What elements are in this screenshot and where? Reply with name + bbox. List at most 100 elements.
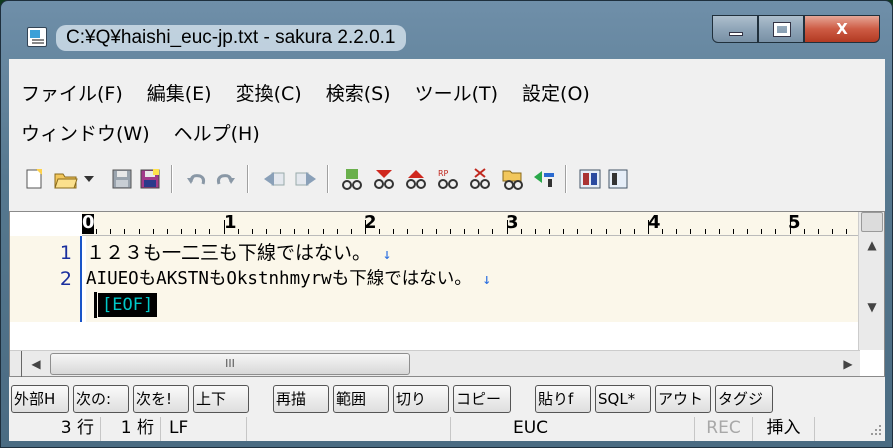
horizontal-scrollbar[interactable]: ◀ III ▶ xyxy=(10,350,860,377)
settings-icon[interactable] xyxy=(607,165,629,193)
menu-help[interactable]: ヘルプ(H) xyxy=(162,117,272,151)
ruler-tick xyxy=(464,229,465,234)
text-line: １２３も一二三も下線ではない。 ↓ xyxy=(86,240,392,267)
menu-tools[interactable]: ツール(T) xyxy=(403,77,510,111)
ruler-tick xyxy=(761,229,762,234)
text-line: AIUEOもAKSTNもOkstnhmyrwも下線ではない。 ↓ xyxy=(86,266,491,292)
ruler-tick xyxy=(521,229,522,234)
fkey-sql[interactable]: SQL* xyxy=(595,385,651,413)
fkey-next[interactable]: 次の: xyxy=(73,385,129,413)
ruler-tick xyxy=(153,229,154,234)
minimize-button[interactable] xyxy=(712,15,758,43)
scroll-up-arrow-icon[interactable]: ▲ xyxy=(859,234,885,256)
line-number-gutter[interactable]: 1 2 xyxy=(10,236,82,322)
fkey-copy[interactable]: コピー xyxy=(453,385,511,413)
status-column: 1 桁 xyxy=(101,417,161,441)
text-area[interactable]: １２３も一二三も下線ではない。 ↓ AIUEOもAKSTNもOkstnhmyrw… xyxy=(86,236,858,322)
scroll-right-arrow-icon[interactable]: ▶ xyxy=(836,351,860,377)
ruler-tick xyxy=(365,220,366,234)
ruler-tick xyxy=(139,229,140,234)
ruler-tick xyxy=(337,229,338,234)
save-all-icon[interactable] xyxy=(137,165,163,193)
search-icon[interactable] xyxy=(339,165,365,193)
save-icon[interactable] xyxy=(109,165,135,193)
ruler-tick xyxy=(181,229,182,234)
line-feed-mark: ↓ xyxy=(382,245,392,263)
find-next-icon[interactable] xyxy=(371,165,397,193)
ruler-tick xyxy=(266,229,267,234)
undo-icon[interactable] xyxy=(183,165,209,193)
split-box[interactable] xyxy=(10,351,22,377)
ruler-tick xyxy=(195,229,196,234)
ruler-tick xyxy=(846,229,847,234)
vertical-scrollbar[interactable]: ▲ ▼ xyxy=(858,212,884,350)
ruler-tick xyxy=(719,229,720,234)
column-ruler[interactable]: 0 1 2 3 4 5 xyxy=(82,212,858,236)
app-icon[interactable] xyxy=(27,27,47,47)
grep-icon[interactable] xyxy=(499,165,525,193)
ruler-label: 4 xyxy=(648,212,661,233)
find-prev-icon[interactable] xyxy=(403,165,429,193)
title-bar[interactable]: C:¥Q¥haishi_euc-jp.txt - sakura 2.2.0.1 … xyxy=(1,1,893,59)
fkey-range[interactable]: 範囲 xyxy=(333,385,389,413)
menu-window[interactable]: ウィンドウ(W) xyxy=(9,117,162,151)
jump-forward-icon[interactable] xyxy=(293,165,319,193)
compare-icon[interactable] xyxy=(577,165,603,193)
ruler-tick xyxy=(224,220,225,234)
menu-convert[interactable]: 変換(C) xyxy=(224,77,314,111)
fkey-paste[interactable]: 貼りf xyxy=(535,385,591,413)
toolbar-separator xyxy=(171,165,173,193)
new-file-icon[interactable] xyxy=(21,165,47,193)
scroll-down-arrow-icon[interactable]: ▼ xyxy=(859,296,885,318)
minimize-icon xyxy=(729,32,743,36)
ruler-tick xyxy=(676,229,677,234)
fkey-redraw[interactable]: 再描 xyxy=(273,385,329,413)
ruler-tick xyxy=(209,229,210,234)
line-number: 2 xyxy=(59,268,72,290)
ruler-tick xyxy=(478,229,479,234)
ruler-tick xyxy=(662,229,663,234)
ruler-tick xyxy=(167,229,168,234)
ruler-tick xyxy=(832,229,833,234)
fkey-updown[interactable]: 上下 xyxy=(193,385,249,413)
scroll-left-arrow-icon[interactable]: ◀ xyxy=(24,351,48,377)
ruler-label: 0 xyxy=(82,212,95,233)
fkey-outline[interactable]: アウト xyxy=(655,385,711,413)
menu-edit[interactable]: 編集(E) xyxy=(135,77,224,111)
maximize-icon xyxy=(773,22,791,37)
fkey-cut[interactable]: 切り xyxy=(393,385,449,413)
ruler-tick xyxy=(436,229,437,234)
menu-file[interactable]: ファイル(F) xyxy=(9,77,135,111)
replace-icon[interactable]: RP xyxy=(435,165,461,193)
open-folder-icon[interactable] xyxy=(53,165,79,193)
bookmark-icon[interactable] xyxy=(531,165,557,193)
maximize-button[interactable] xyxy=(758,15,804,43)
vertical-scroll-thumb[interactable] xyxy=(861,212,883,232)
fkey-find-next[interactable]: 次を! xyxy=(133,385,189,413)
text-line-content: AIUEOもAKSTNもOkstnhmyrwも下線ではない。 xyxy=(86,269,472,289)
ruler-tick xyxy=(323,229,324,234)
resize-grip-icon[interactable] xyxy=(869,423,883,437)
ruler-tick xyxy=(804,229,805,234)
ruler-tick xyxy=(577,229,578,234)
menu-bar: ファイル(F) 編集(E) 変換(C) 検索(S) ツール(T) 設定(O) ウ… xyxy=(9,59,885,145)
ruler-tick xyxy=(818,229,819,234)
text-cursor xyxy=(94,292,97,318)
fkey-tagjump[interactable]: タグジ xyxy=(715,385,773,413)
close-button[interactable]: X xyxy=(804,15,880,43)
window-title: C:¥Q¥haishi_euc-jp.txt - sakura 2.2.0.1 xyxy=(56,25,406,51)
toolbar-separator xyxy=(247,165,249,193)
ruler-tick xyxy=(294,229,295,234)
ruler-tick xyxy=(690,229,691,234)
ruler-tick xyxy=(422,229,423,234)
caption-buttons: X xyxy=(712,15,880,43)
redo-icon[interactable] xyxy=(213,165,239,193)
menu-settings[interactable]: 設定(O) xyxy=(510,77,602,111)
status-bar: 3 行 1 桁 LF EUC REC 挿入 xyxy=(9,417,885,441)
delete-icon[interactable] xyxy=(467,165,493,193)
horizontal-scroll-thumb[interactable]: III xyxy=(50,353,410,375)
jump-back-icon[interactable] xyxy=(261,165,287,193)
fkey-external[interactable]: 外部H xyxy=(11,385,69,413)
menu-search[interactable]: 検索(S) xyxy=(314,77,403,111)
dropdown-arrow-icon[interactable] xyxy=(81,165,97,193)
